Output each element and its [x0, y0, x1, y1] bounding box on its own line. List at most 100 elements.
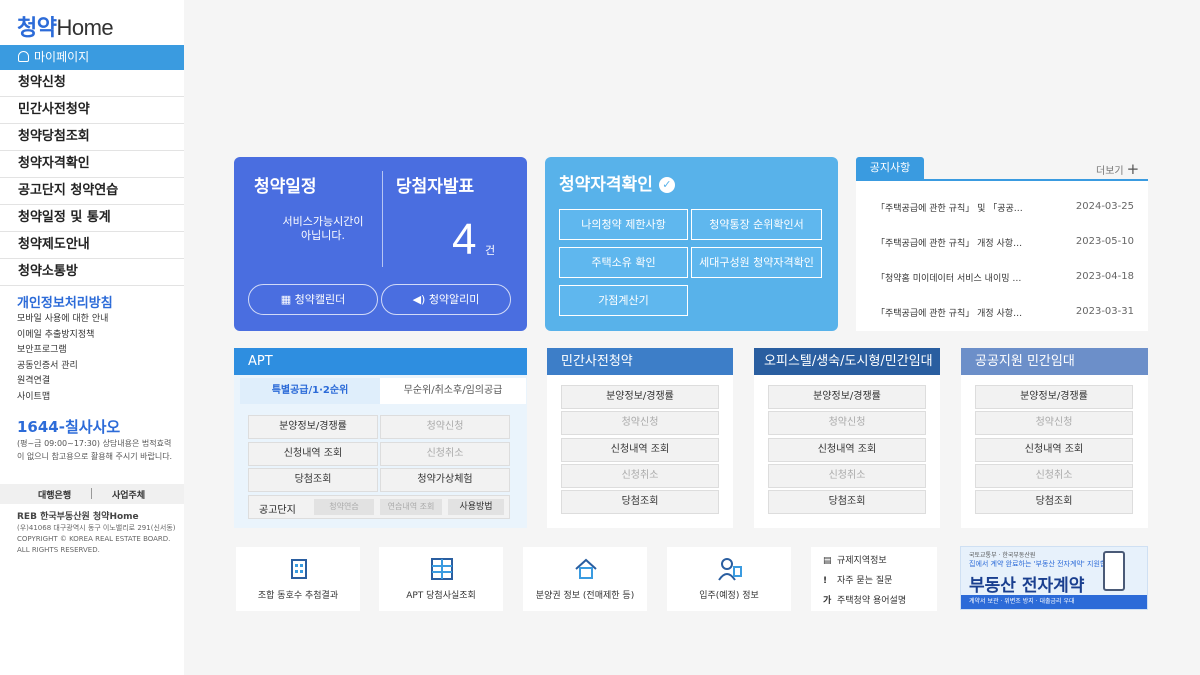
notice-item[interactable]: 「주택공급에 관한 규칙」 및 「공공… 2024-03-25	[876, 201, 1134, 214]
panel-button[interactable]: 당첨조회	[561, 490, 719, 514]
menu-item[interactable]: 청약당첨조회	[0, 124, 184, 151]
complex-button[interactable]: 청약연습	[314, 499, 374, 515]
menu-item[interactable]: 청약소통방	[0, 259, 184, 286]
panel-button[interactable]: 신청내역 조회	[768, 438, 926, 462]
quick-link-move-in[interactable]: 입주(예정) 정보	[667, 547, 791, 611]
dictionary-icon: 가	[823, 596, 832, 606]
quick-link-winner-check[interactable]: APT 당첨사실조회	[379, 547, 503, 611]
panel-button[interactable]: 신청내역 조회	[561, 438, 719, 462]
footer-info: REB 한국부동산원 청약Home (우)41068 대구광역시 동구 이노밸리…	[17, 512, 182, 556]
footer-link[interactable]: 원격연결	[17, 374, 108, 390]
complex-button[interactable]: 연습내역 조회	[380, 499, 442, 515]
speaker-icon: ◀)	[412, 293, 429, 306]
calendar-icon: ▦	[280, 293, 295, 306]
menu-item[interactable]: 공고단지 청약연습	[0, 178, 184, 205]
complex-label: 공고단지	[259, 505, 296, 516]
quick-link-lottery[interactable]: 조합 동호수 추첨결과	[236, 547, 360, 611]
winners-count[interactable]: 4	[452, 215, 476, 265]
footer-link[interactable]: 이메일 추출방지정책	[17, 328, 108, 344]
schedule-title[interactable]: 청약일정	[254, 172, 317, 197]
pre-subscription-panel: 민간사전청약 분양정보/경쟁률 청약신청 신청내역 조회 신청취소 당첨조회	[547, 348, 733, 528]
mypage-link[interactable]: 마이페이지	[0, 45, 184, 70]
building-icon	[291, 559, 307, 579]
footer-link[interactable]: 사이트맵	[17, 390, 108, 406]
qualify-card: 청약자격확인 ✓ 나의청약 제한사항 청약통장 순위확인서 주택소유 확인 세대구…	[545, 157, 838, 331]
menu-item[interactable]: 청약자격확인	[0, 151, 184, 178]
notice-item[interactable]: 「주택공급에 관한 규칙」 개정 사항… 2023-05-10	[876, 236, 1134, 249]
apt-button[interactable]: 신청취소	[380, 442, 510, 466]
map-icon: ▤	[823, 556, 832, 566]
tab-special-supply[interactable]: 특별공급/1·2순위	[240, 378, 380, 404]
alarm-button[interactable]: ◀) 청약알리미	[381, 284, 511, 315]
menu-item[interactable]: 청약제도안내	[0, 232, 184, 259]
footer-link[interactable]: 보안프로그램	[17, 343, 108, 359]
notice-item[interactable]: 「주택공급에 관한 규칙」 개정 사항… 2023-03-31	[876, 306, 1134, 319]
person-icon	[18, 51, 29, 62]
complex-button[interactable]: 사용방법	[448, 499, 504, 515]
e-contract-banner[interactable]: 국토교통부 · 한국부동산원 집에서 계약 완료하는 '부동산 전자계약' 지원…	[960, 546, 1148, 610]
panel-button[interactable]: 분양정보/경쟁률	[975, 385, 1133, 409]
panel-title[interactable]: 오피스텔/생숙/도시형/민간임대	[754, 348, 940, 375]
footer-rights: ALL RIGHTS RESERVED.	[17, 546, 100, 554]
panel-title[interactable]: 공공지원 민간임대	[961, 348, 1148, 375]
calendar-button[interactable]: ▦ 청약캘린더	[248, 284, 378, 315]
complex-row: 공고단지 청약연습 연습내역 조회 사용방법	[248, 495, 510, 519]
operator-link[interactable]: 사업주체	[112, 488, 145, 501]
call-center-number: 1644-칠사사오	[17, 418, 121, 436]
site-logo[interactable]: 청약Home	[17, 10, 114, 42]
faq-link[interactable]: ! 자주 묻는 질문	[823, 573, 892, 587]
panel-button[interactable]: 신청취소	[768, 464, 926, 488]
panel-button[interactable]: 청약신청	[768, 411, 926, 435]
faq-link[interactable]: 가 주택청약 용어설명	[823, 593, 906, 607]
schedule-card: 청약일정 당첨자발표 서비스가능시간이 아닙니다. 4 건 ▦ 청약캘린더 ◀)…	[234, 157, 527, 331]
panel-button[interactable]: 분양정보/경쟁률	[561, 385, 719, 409]
menu-item[interactable]: 청약일정 및 통계	[0, 205, 184, 232]
divider	[382, 171, 383, 267]
panel-button[interactable]: 청약신청	[975, 411, 1133, 435]
qualify-button[interactable]: 가점계산기	[559, 285, 688, 316]
panel-button[interactable]: 분양정보/경쟁률	[768, 385, 926, 409]
plus-icon: +	[1126, 160, 1140, 178]
notice-panel: 공지사항 더보기 + 「주택공급에 관한 규칙」 및 「공공… 2024-03-25…	[856, 157, 1148, 331]
apt-button[interactable]: 분양정보/경쟁률	[248, 415, 378, 439]
panel-button[interactable]: 신청취소	[975, 464, 1133, 488]
worker-icon	[718, 558, 742, 581]
menu-item[interactable]: 청약신청	[0, 70, 184, 97]
qualify-button[interactable]: 청약통장 순위확인서	[691, 209, 822, 240]
qualify-button[interactable]: 세대구성원 청약자격확인	[691, 247, 822, 278]
notice-list: 「주택공급에 관한 규칙」 및 「공공… 2024-03-25 「주택공급에 관한…	[856, 179, 1148, 331]
exclamation-icon: !	[823, 576, 828, 586]
call-center-hours: (평~금 09:00~17:30) 상담내용은 법적효력이 없으니 참고용으로 …	[17, 439, 173, 461]
main-menu: 청약신청 민간사전청약 청약당첨조회 청약자격확인 공고단지 청약연습 청약일정…	[0, 70, 184, 286]
apt-button[interactable]: 청약가상체험	[380, 468, 510, 492]
panel-title[interactable]: 민간사전청약	[547, 348, 733, 375]
apt-title[interactable]: APT	[234, 348, 527, 375]
notice-item[interactable]: 「청약홈 미이데이터 서비스 내이밍 … 2023-04-18	[876, 271, 1134, 284]
apt-button[interactable]: 당첨조회	[248, 468, 378, 492]
quick-link-presale-info[interactable]: 분양권 정보 (전매제한 등)	[523, 547, 647, 611]
panel-button[interactable]: 당첨조회	[768, 490, 926, 514]
footer-link[interactable]: 모바일 사용에 대한 안내	[17, 312, 108, 328]
banner-title: 부동산 전자계약	[969, 576, 1085, 596]
panel-button[interactable]: 당첨조회	[975, 490, 1133, 514]
panel-button[interactable]: 청약신청	[561, 411, 719, 435]
qualify-button[interactable]: 나의청약 제한사항	[559, 209, 688, 240]
apt-button[interactable]: 청약신청	[380, 415, 510, 439]
notice-tab[interactable]: 공지사항	[856, 157, 924, 179]
qualify-button[interactable]: 주택소유 확인	[559, 247, 688, 278]
privacy-policy-link[interactable]: 개인정보처리방침	[17, 292, 113, 311]
apt-button[interactable]: 신청내역 조회	[248, 442, 378, 466]
more-link[interactable]: 더보기 +	[1096, 160, 1139, 178]
banner-org: 국토교통부 · 한국부동산원	[969, 552, 1036, 559]
faq-link[interactable]: ▤ 규제지역정보	[823, 553, 887, 567]
house-icon	[575, 558, 597, 579]
footer-org: REB 한국부동산원 청약Home	[17, 512, 139, 522]
panel-button[interactable]: 신청내역 조회	[975, 438, 1133, 462]
footer-links: 모바일 사용에 대한 안내 이메일 추출방지정책 보안프로그램 공동인증서 관리…	[17, 312, 108, 405]
tab-no-rank[interactable]: 무순위/취소후/임의공급	[380, 378, 526, 404]
bank-link[interactable]: 대행은행	[38, 488, 71, 501]
footer-link[interactable]: 공동인증서 관리	[17, 359, 108, 375]
winners-title[interactable]: 당첨자발표	[396, 172, 474, 197]
menu-item[interactable]: 민간사전청약	[0, 97, 184, 124]
panel-button[interactable]: 신청취소	[561, 464, 719, 488]
